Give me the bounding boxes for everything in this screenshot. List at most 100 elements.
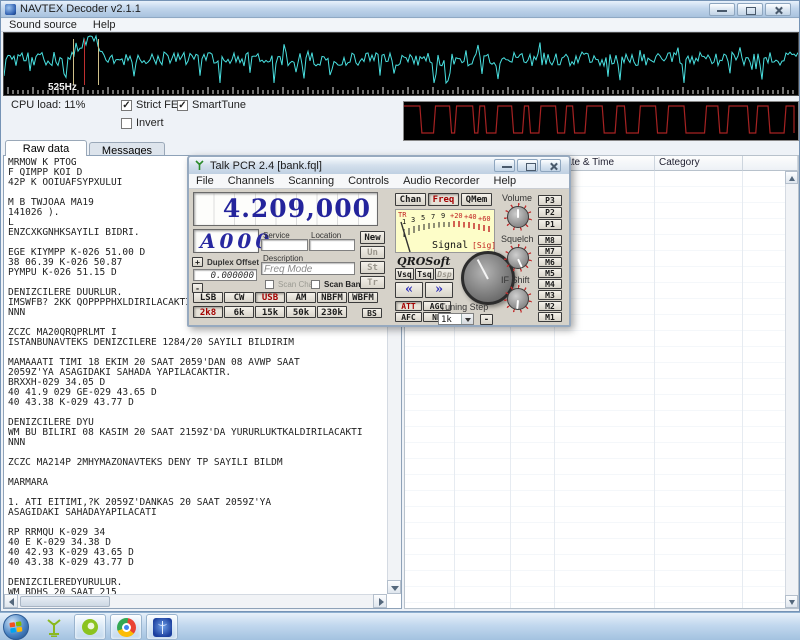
smarttune-checkmark[interactable]: ✓ bbox=[177, 100, 188, 111]
invert-checkbox[interactable]: Invert bbox=[121, 117, 164, 129]
mode-wbfm-button[interactable]: WBFM bbox=[348, 292, 378, 303]
blue-radio-icon bbox=[153, 618, 172, 637]
mode-cw-button[interactable]: CW bbox=[224, 292, 254, 303]
scroll-right-button[interactable] bbox=[373, 594, 387, 608]
navtex-titlebar[interactable]: NAVTEX Decoder v2.1.1 bbox=[1, 1, 799, 18]
m3-button[interactable]: M3 bbox=[538, 290, 562, 300]
m2-button[interactable]: M2 bbox=[538, 301, 562, 311]
new-button[interactable]: New bbox=[360, 231, 385, 244]
menu-help[interactable]: Help bbox=[85, 19, 124, 31]
freq-button[interactable]: Freq bbox=[428, 193, 459, 206]
channel-display[interactable]: A000 bbox=[193, 229, 259, 253]
scan-bank-checkmark[interactable] bbox=[311, 280, 320, 289]
tp-menu-help[interactable]: Help bbox=[487, 175, 524, 187]
st-button[interactable]: St bbox=[360, 261, 385, 274]
tuning-step-value: 1k bbox=[441, 315, 452, 325]
strict-fec-checkmark[interactable]: ✓ bbox=[121, 100, 132, 111]
tsq-button[interactable]: Tsq bbox=[415, 268, 434, 280]
talkpcr-titlebar[interactable]: Talk PCR 2.4 [bank.fql] bbox=[189, 157, 569, 174]
spectrum-waveform bbox=[4, 33, 798, 95]
menu-sound-source[interactable]: Sound source bbox=[1, 19, 85, 31]
squelch-knob[interactable] bbox=[504, 244, 532, 272]
afc-button[interactable]: AFC bbox=[395, 312, 422, 322]
scroll-down-button[interactable] bbox=[387, 580, 401, 594]
description-field[interactable]: Freq Mode bbox=[261, 262, 355, 275]
step-down-arrow-button[interactable]: « bbox=[395, 282, 423, 298]
scroll-left-button[interactable] bbox=[4, 594, 18, 608]
filter-50k-button[interactable]: 50k bbox=[286, 306, 316, 318]
tp-menu-scanning[interactable]: Scanning bbox=[281, 175, 341, 187]
start-button[interactable] bbox=[3, 614, 29, 640]
talkpcr-maximize-button[interactable] bbox=[517, 159, 538, 172]
service-field[interactable] bbox=[261, 239, 308, 251]
mode-nbfm-button[interactable]: NBFM bbox=[317, 292, 347, 303]
smarttune-checkbox[interactable]: ✓ SmartTune bbox=[177, 99, 246, 111]
tp-menu-audio-recorder[interactable]: Audio Recorder bbox=[396, 175, 486, 187]
tab-raw-data[interactable]: Raw data bbox=[5, 140, 87, 156]
m1-button[interactable]: M1 bbox=[538, 312, 562, 322]
minimize-button[interactable] bbox=[709, 3, 735, 16]
m7-button[interactable]: M7 bbox=[538, 246, 562, 256]
if-shift-knob[interactable] bbox=[504, 285, 532, 313]
tp-menu-channels[interactable]: Channels bbox=[221, 175, 281, 187]
tuning-minus-button[interactable]: - bbox=[480, 314, 493, 325]
m4-button[interactable]: M4 bbox=[538, 279, 562, 289]
taskbar-antenna-app-button[interactable] bbox=[38, 614, 70, 640]
column-header-filler bbox=[743, 156, 798, 171]
p1-button[interactable]: P1 bbox=[538, 219, 562, 230]
navtex-window-title: NAVTEX Decoder v2.1.1 bbox=[20, 3, 141, 15]
table-vscrollbar[interactable] bbox=[785, 171, 798, 608]
tp-menu-file[interactable]: File bbox=[189, 175, 221, 187]
vsq-button[interactable]: Vsq bbox=[395, 268, 414, 280]
m5-button[interactable]: M5 bbox=[538, 268, 562, 278]
table-scroll-down[interactable] bbox=[785, 595, 798, 608]
scan-chan-checkmark[interactable] bbox=[265, 280, 274, 289]
dsp-button[interactable]: Dsp bbox=[435, 268, 454, 280]
talkpcr-close-button[interactable] bbox=[540, 159, 561, 172]
volume-knob[interactable] bbox=[504, 203, 532, 231]
raw-data-hscrollbar[interactable] bbox=[4, 594, 387, 608]
filter-15k-button[interactable]: 15k bbox=[255, 306, 285, 318]
hscroll-thumb[interactable] bbox=[20, 596, 110, 607]
att-button[interactable]: ATT bbox=[395, 301, 422, 311]
meter-needle bbox=[401, 222, 410, 252]
dropdown-arrow-icon[interactable] bbox=[461, 314, 473, 324]
un-button[interactable]: Un bbox=[360, 246, 385, 259]
filter-6k-button[interactable]: 6k bbox=[224, 306, 254, 318]
tp-menu-controls[interactable]: Controls bbox=[341, 175, 396, 187]
navtex-menubar: Sound source Help bbox=[1, 19, 799, 32]
qmem-button[interactable]: QMem bbox=[461, 193, 492, 206]
chan-button[interactable]: Chan bbox=[395, 193, 426, 206]
scan-bank-checkbox[interactable]: Scan Bank bbox=[311, 280, 365, 289]
invert-checkmark[interactable] bbox=[121, 118, 132, 129]
frequency-display[interactable]: 4.209,000 bbox=[193, 192, 378, 226]
taskbar-moo0-app-button[interactable] bbox=[74, 614, 106, 640]
m8-button[interactable]: M8 bbox=[538, 235, 562, 245]
p3-button[interactable]: P3 bbox=[538, 195, 562, 206]
taskbar-chrome-app-button[interactable] bbox=[110, 614, 142, 640]
duplex-plus-button[interactable]: + bbox=[192, 257, 203, 267]
restore-button[interactable] bbox=[737, 3, 763, 16]
scan-chan-checkbox[interactable]: Scan Chan bbox=[265, 280, 318, 289]
tab-messages[interactable]: Messages bbox=[89, 142, 165, 156]
step-up-arrow-button[interactable]: » bbox=[425, 282, 453, 298]
m6-button[interactable]: M6 bbox=[538, 257, 562, 267]
filter-230k-button[interactable]: 230k bbox=[317, 306, 347, 318]
p2-button[interactable]: P2 bbox=[538, 207, 562, 218]
talkpcr-menubar: File Channels Scanning Controls Audio Re… bbox=[189, 174, 569, 189]
close-button[interactable] bbox=[765, 3, 791, 16]
talkpcr-minimize-button[interactable] bbox=[494, 159, 515, 172]
bs-button[interactable]: BS bbox=[362, 308, 382, 318]
mode-usb-button[interactable]: USB bbox=[255, 292, 285, 303]
mode-am-button[interactable]: AM bbox=[286, 292, 316, 303]
tuning-step-label: Tuning Step bbox=[440, 302, 488, 312]
taskbar-radio-app-button[interactable] bbox=[146, 614, 178, 640]
table-scroll-up[interactable] bbox=[785, 171, 798, 184]
mode-lsb-button[interactable]: LSB bbox=[193, 292, 223, 303]
column-header-category[interactable]: Category bbox=[655, 156, 743, 171]
location-field[interactable] bbox=[309, 239, 355, 251]
tr-button[interactable]: Tr bbox=[360, 276, 385, 289]
filter-2k8-button[interactable]: 2k8 bbox=[193, 306, 223, 318]
duplex-offset-field[interactable]: 0.000000 bbox=[193, 269, 257, 281]
tuning-step-dropdown[interactable]: 1k bbox=[438, 313, 474, 325]
